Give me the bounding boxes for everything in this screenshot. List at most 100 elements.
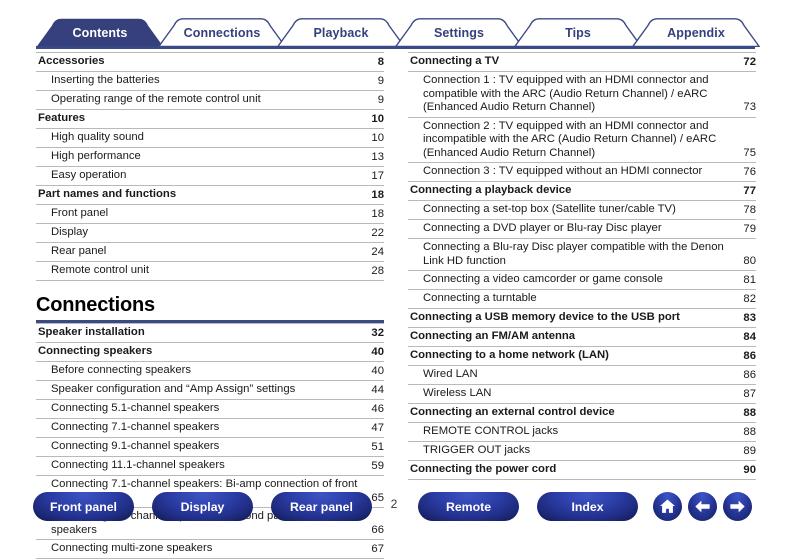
footer-button-rear-panel[interactable]: Rear panel [271,492,372,521]
toc-entry-page: 89 [743,444,756,457]
toc-entry-page: 83 [743,311,756,324]
footer-button-label: Index [571,499,604,514]
toc-entry-page: 18 [371,207,384,220]
toc-entry[interactable]: Front panel 18 [36,205,384,224]
footer-button-label: Remote [445,499,492,514]
tab-appendix[interactable]: Appendix [632,18,760,47]
toc-entry[interactable]: Speaker installation 32 [36,324,384,343]
toc-entry-page: 80 [743,254,756,267]
toc-entry[interactable]: Connecting a TV 72 [408,53,756,72]
toc-entry[interactable]: Connecting 11.1-channel speakers 59 [36,457,384,476]
back-button[interactable] [688,492,717,521]
toc-entry-title: Before connecting speakers [51,364,192,376]
toc-entry[interactable]: Easy operation 17 [36,167,384,186]
toc-entry-page: 88 [743,425,756,438]
toc-entry-title: Connecting a turntable [423,292,537,304]
toc-entry[interactable]: Connecting a USB memory device to the US… [408,309,756,328]
toc-entry-title: Front panel [51,207,109,219]
toc-column-left: Accessories 8 Inserting the batteries 9 Oper… [36,52,384,559]
toc-entry-title: Accessories [38,55,105,67]
toc-entry-page: 47 [371,421,384,434]
toc-entry-page: 24 [371,245,384,258]
toc-entry[interactable]: Before connecting speakers 40 [36,362,384,381]
toc-entry[interactable]: Wired LAN 86 [408,366,756,385]
toc-entry[interactable]: Operating range of the remote control un… [36,91,384,110]
toc-entry-page: 86 [743,368,756,381]
toc-entry-page: 77 [743,184,756,197]
toc-entry-title: Connecting the power cord [410,463,557,475]
toc-entry[interactable]: Rear panel 24 [36,243,384,262]
toc-entry-page: 72 [743,55,756,68]
toc-entry[interactable]: REMOTE CONTROL jacks 88 [408,423,756,442]
toc-entry[interactable]: Connecting the power cord 90 [408,461,756,480]
toc-entry[interactable]: Connecting a Blu-ray Disc player compati… [408,239,756,271]
toc-entry[interactable]: Connection 3 : TV equipped without an HD… [408,163,756,182]
toc-entry[interactable]: High quality sound 10 [36,129,384,148]
toc-entry[interactable]: TRIGGER OUT jacks 89 [408,442,756,461]
toc-entry-page: 59 [371,459,384,472]
toc-entry[interactable]: Connecting speakers 40 [36,343,384,362]
toc-entry[interactable]: Speaker configuration and “Amp Assign” s… [36,381,384,400]
tab-playback[interactable]: Playback [277,18,405,47]
toc-entry[interactable]: Inserting the batteries 9 [36,72,384,91]
toc-entry-page: 9 [377,74,384,87]
footer-button-remote[interactable]: Remote [418,492,519,521]
toc-entry[interactable]: Connecting 7.1-channel speakers 47 [36,419,384,438]
toc-entry[interactable]: Accessories 8 [36,53,384,72]
toc-entry-page: 84 [743,330,756,343]
toc-entry-page: 17 [371,169,384,182]
toc-entry[interactable]: Connecting 9.1-channel speakers 51 [36,438,384,457]
page-number: 2 [390,497,398,511]
toc-entry[interactable]: Connecting a turntable 82 [408,290,756,309]
toc-list: Connecting a TV 72 Connection 1 : TV equip… [408,52,756,480]
footer-button-index[interactable]: Index [537,492,638,521]
toc-entry-title: Connecting 7.1-channel speakers [51,421,220,433]
toc-entry-page: 40 [371,364,384,377]
toc-entry[interactable]: High performance 13 [36,148,384,167]
toc-entry-page: 73 [743,101,756,113]
toc-entry-title: Connection 2 : TV equipped with an HDMI … [423,119,717,159]
toc-entry[interactable]: Connecting an external control device 88 [408,404,756,423]
toc-entry-title: Wireless LAN [423,387,492,399]
toc-entry-page: 81 [743,273,756,286]
toc-entry[interactable]: Connecting to a home network (LAN) 86 [408,347,756,366]
toc-entry[interactable]: Connecting an FM/AM antenna 84 [408,328,756,347]
toc-entry[interactable]: Remote control unit 28 [36,262,384,281]
footer-button-label: Rear panel [290,499,353,514]
tab-settings[interactable]: Settings [395,18,523,47]
footer-navigation: Front panel Display Rear panel 2 Remote … [0,492,791,557]
toc-entry[interactable]: Connection 1 : TV equipped with an HDMI … [408,72,756,118]
toc-entry-title: Connecting an FM/AM antenna [410,330,576,342]
footer-button-front-panel[interactable]: Front panel [33,492,134,521]
toc-entry-page: 18 [371,188,384,201]
toc-entry[interactable]: Connecting a set-top box (Satellite tune… [408,201,756,220]
toc-entry-title: Connecting speakers [38,345,153,357]
toc-entry-page: 22 [371,226,384,239]
toc-entry-title: High performance [51,150,141,162]
toc-entry-title: Part names and functions [38,188,177,200]
toc-entry[interactable]: Connecting a video camcorder or game con… [408,271,756,290]
toc-entry[interactable]: Connecting 5.1-channel speakers 46 [36,400,384,419]
footer-button-display[interactable]: Display [152,492,253,521]
toc-entry-page: 40 [371,345,384,358]
tab-contents[interactable]: Contents [36,18,164,47]
toc-entry-title: Connection 1 : TV equipped with an HDMI … [423,74,709,113]
footer-button-label: Display [180,499,225,514]
tab-connections[interactable]: Connections [158,18,286,47]
toc-entry-page: 86 [743,349,756,362]
toc-entry[interactable]: Connecting a DVD player or Blu-ray Disc … [408,220,756,239]
toc-entry-page: 8 [377,55,384,68]
toc-entry[interactable]: Display 22 [36,224,384,243]
toc-entry-page: 44 [371,383,384,396]
forward-button[interactable] [723,492,752,521]
tab-tips[interactable]: Tips [514,18,642,47]
toc-entry-title: Connecting to a home network (LAN) [410,349,609,361]
toc-entry-title: Connecting a video camcorder or game con… [423,273,663,285]
toc-entry[interactable]: Connecting a playback device 77 [408,182,756,201]
toc-entry[interactable]: Wireless LAN 87 [408,385,756,404]
home-button[interactable] [653,492,682,521]
toc-entry[interactable]: Part names and functions 18 [36,186,384,205]
toc-entry-title: Connecting a TV [410,55,500,67]
toc-entry[interactable]: Features 10 [36,110,384,129]
toc-entry[interactable]: Connection 2 : TV equipped with an HDMI … [408,118,756,163]
